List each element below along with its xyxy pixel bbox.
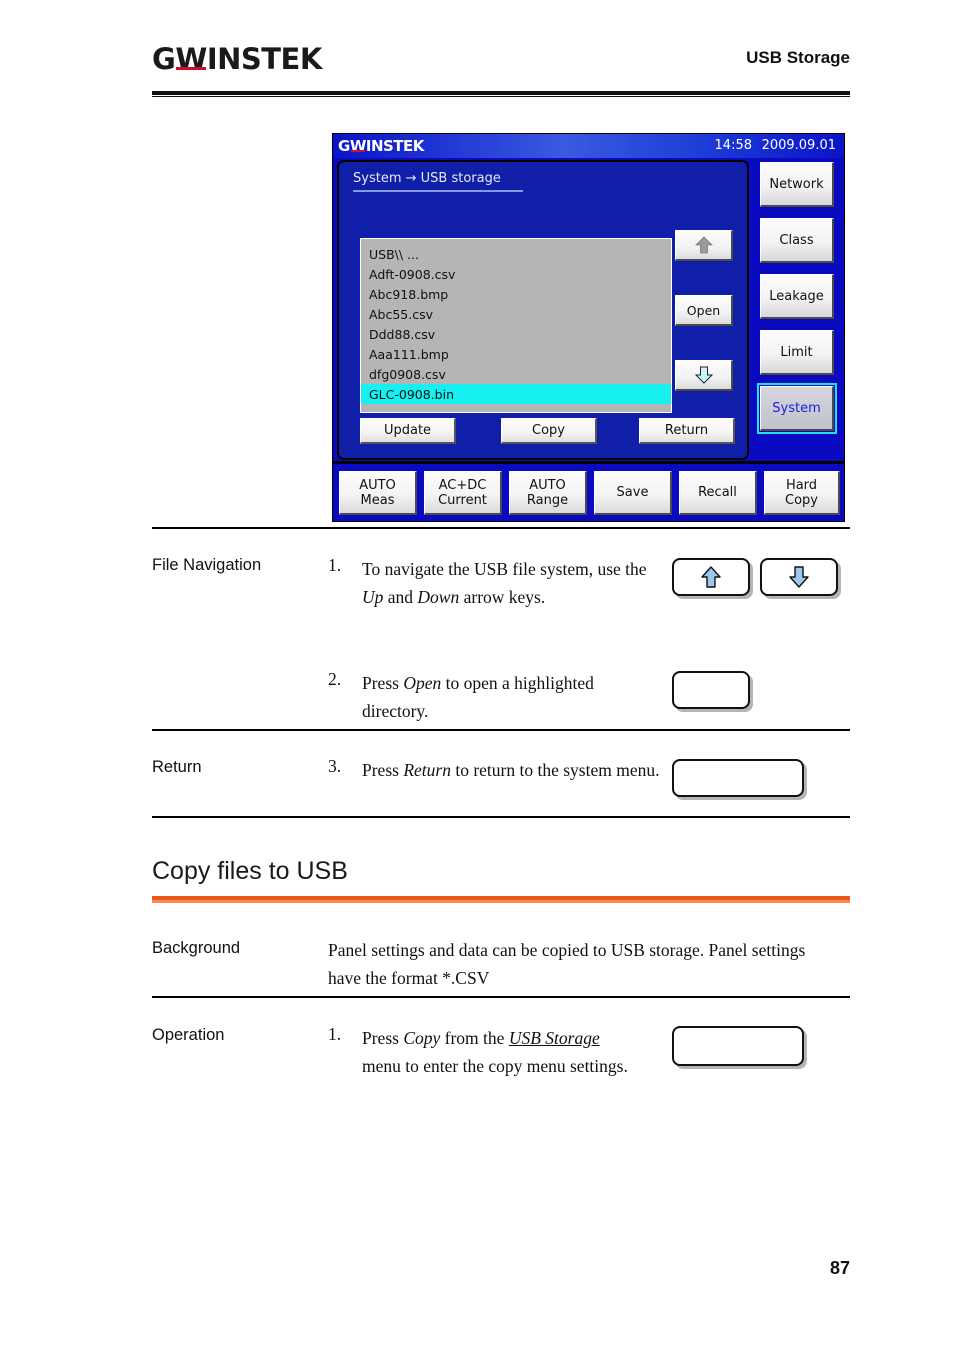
clock-time: 14:58 [714, 138, 752, 153]
instrument-logo: GWINSTEK [338, 137, 424, 155]
step-3-text: Press Return to return to the system men… [362, 756, 662, 784]
usb-file-list[interactable]: USB\\ ... Adft-0908.csv Abc918.bmp Abc55… [360, 238, 672, 413]
funckey-recall[interactable]: Recall [679, 471, 757, 515]
op1-part-b: from the [440, 1028, 509, 1048]
header-divider [152, 91, 850, 97]
scroll-down-button[interactable] [675, 360, 733, 391]
step1-part-c: arrow keys. [459, 587, 546, 607]
clock-date: 2009.09.01 [761, 138, 836, 153]
funckey-line1: Recall [698, 485, 737, 500]
step1-em-down: Down [417, 587, 460, 607]
step1-part-a: To navigate the USB file system, use the [362, 559, 647, 579]
funckey-hard-copy[interactable]: Hard Copy [764, 471, 840, 515]
return-key[interactable] [672, 759, 804, 797]
step-2-text: Press Open to open a highlighted directo… [362, 669, 662, 725]
step3-em-return: Return [403, 760, 451, 780]
funckey-acdc-current[interactable]: AC+DC Current [424, 471, 502, 515]
list-item[interactable]: Abc918.bmp [361, 284, 671, 304]
step2-em-open: Open [403, 673, 442, 693]
list-item[interactable]: Adft-0908.csv [361, 264, 671, 284]
down-arrow-key[interactable] [760, 558, 838, 596]
divider-above-return [152, 729, 850, 731]
logo-instek: INSTEK [206, 42, 323, 76]
step-number-3: 3. [328, 756, 342, 776]
step-number-2: 2. [328, 669, 342, 689]
step-1-text: To navigate the USB file system, use the… [362, 555, 652, 611]
up-arrow-icon [694, 236, 713, 254]
open-button[interactable]: Open [675, 295, 733, 326]
list-item[interactable]: Aaa111.bmp [361, 344, 671, 364]
list-item[interactable]: dfg0908.csv [361, 364, 671, 384]
breadcrumb: System → USB storage [353, 171, 523, 192]
inst-logo-instek: INSTEK [365, 137, 425, 155]
operation-step-number-1: 1. [328, 1024, 342, 1044]
op1-underline-usb-storage: USB Storage [508, 1028, 600, 1048]
logo-w: W [175, 42, 207, 76]
softkey-network[interactable]: Network [760, 162, 834, 207]
page-header: GWINSTEK USB Storage [152, 44, 850, 94]
op1-em-copy: Copy [403, 1028, 441, 1048]
instrument-titlebar: GWINSTEK 14:58 2009.09.01 [333, 134, 844, 158]
op1-part-c: menu to enter the copy menu settings. [362, 1056, 628, 1076]
funckey-line2: Copy [785, 492, 818, 508]
gw-instek-logo: GWINSTEK [152, 44, 322, 74]
background-text: Panel settings and data can be copied to… [328, 940, 806, 988]
heading-rule-light [152, 900, 850, 903]
page-number: 87 [829, 1258, 850, 1278]
funckey-line2: Current [438, 492, 487, 508]
step3-part-a: Press [362, 760, 404, 780]
label-return: Return [152, 758, 202, 776]
step-number-1: 1. [328, 555, 342, 575]
funckey-auto-range[interactable]: AUTO Range [509, 471, 587, 515]
open-key[interactable] [672, 671, 750, 709]
divider-below-return [152, 816, 850, 818]
up-arrow-icon [701, 566, 721, 588]
update-button[interactable]: Update [360, 418, 456, 444]
funckey-save[interactable]: Save [594, 471, 672, 515]
step2-part-a: Press [362, 673, 404, 693]
step1-part-b: and [383, 587, 418, 607]
list-item[interactable]: Abc55.csv [361, 304, 671, 324]
funckey-line1: AUTO [359, 477, 396, 493]
down-arrow-icon [694, 366, 713, 384]
funckey-line1: AC+DC [438, 477, 487, 493]
divider-above-operation [152, 996, 850, 998]
divider-above-file-navigation [152, 527, 850, 529]
return-button[interactable]: Return [639, 418, 735, 444]
funckey-line1: AUTO [529, 477, 566, 493]
page-title: USB Storage [746, 48, 850, 67]
funckey-line1: Hard [785, 477, 818, 493]
step3-part-b: to return to the system menu. [450, 760, 660, 780]
step1-em-up: Up [362, 587, 384, 607]
instrument-main-panel: System → USB storage USB\\ ... Adft-0908… [337, 160, 749, 460]
funckey-line2: Meas [360, 492, 395, 508]
softkey-leakage[interactable]: Leakage [760, 274, 834, 319]
up-arrow-key[interactable] [672, 558, 750, 596]
funckey-line2: Range [526, 492, 569, 508]
op1-part-a: Press [362, 1028, 404, 1048]
section-heading-copy-files: Copy files to USB [152, 857, 348, 885]
list-item[interactable]: Ddd88.csv [361, 324, 671, 344]
funckey-line1: Save [616, 485, 649, 500]
copy-key[interactable] [672, 1026, 804, 1066]
scroll-up-button[interactable] [675, 230, 733, 261]
instrument-screenshot: GWINSTEK 14:58 2009.09.01 System → USB s… [332, 133, 845, 522]
inst-logo-w: W [349, 137, 367, 155]
down-arrow-icon [789, 566, 809, 588]
funckey-auto-meas[interactable]: AUTO Meas [339, 471, 417, 515]
softkey-class[interactable]: Class [760, 218, 834, 263]
label-operation: Operation [152, 1026, 225, 1044]
copy-button[interactable]: Copy [501, 418, 597, 444]
label-background: Background [152, 939, 241, 957]
operation-step-1-text: Press Copy from the USB Storage menu to … [362, 1024, 642, 1080]
softkey-system[interactable]: System [757, 383, 837, 434]
list-item-selected[interactable]: GLC-0908.bin [361, 384, 671, 404]
label-file-navigation: File Navigation [152, 556, 262, 574]
logo-g: G [152, 42, 176, 76]
inst-logo-g: G [338, 137, 350, 155]
function-key-strip: AUTO Meas AC+DC Current AUTO Range Save … [333, 461, 844, 521]
softkey-limit[interactable]: Limit [760, 330, 834, 375]
softkey-column: Network Class Leakage Limit System [754, 160, 840, 460]
list-item[interactable]: USB\\ ... [361, 244, 671, 264]
